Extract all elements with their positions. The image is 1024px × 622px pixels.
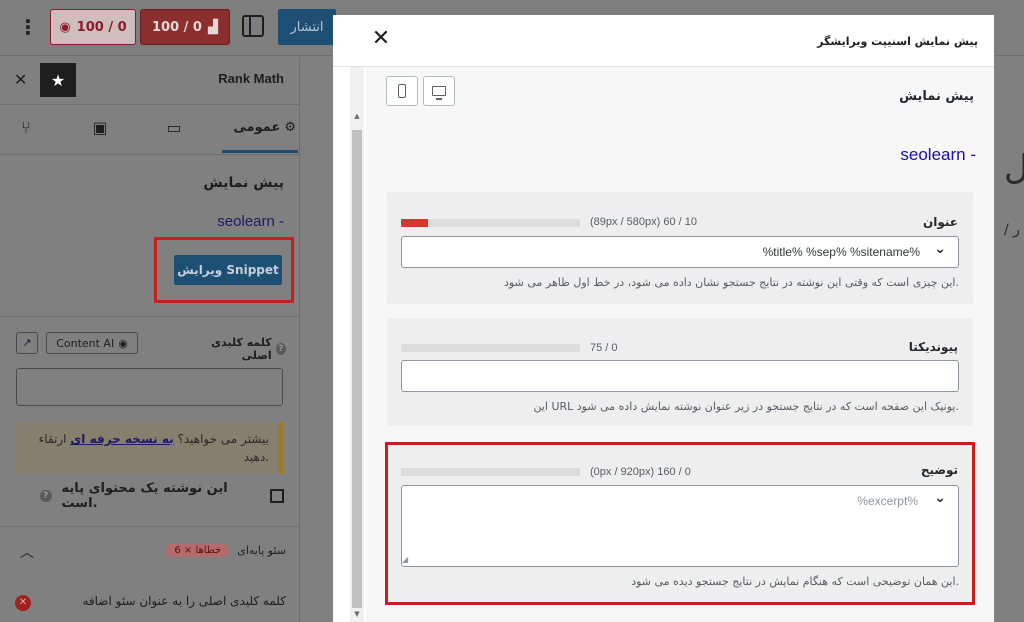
pillar-content-checkbox[interactable] — [270, 489, 284, 503]
pillar-content-label: این نوشته یک محتوای پایه است. — [61, 481, 228, 511]
error-icon: ✕ — [15, 595, 31, 611]
divider — [0, 316, 300, 317]
scroll-down-icon[interactable]: ▼ — [351, 610, 363, 618]
modal-close-icon[interactable]: ✕ — [370, 28, 392, 50]
serp-preview-site: seolearn - — [900, 145, 976, 164]
chevron-down-icon[interactable]: ⌄ — [934, 241, 946, 257]
content-score-value: 100 / 0 — [76, 19, 127, 35]
divider — [0, 526, 300, 527]
chevron-up-icon[interactable]: ︿ — [20, 542, 34, 562]
pillar-content-row: ? این نوشته یک محتوای پایه است. — [40, 481, 284, 511]
tab-general-label: عمومی — [233, 119, 281, 135]
description-field-label: توضیح — [920, 463, 958, 477]
permalink-length-bar — [401, 344, 580, 352]
resize-handle-icon[interactable]: ◢ — [402, 555, 412, 565]
rank-math-logo-icon: ▟ — [207, 19, 218, 35]
trends-icon[interactable]: ↗ — [16, 332, 38, 354]
title-input[interactable]: %title% %sep% %sitename% ⌄ — [401, 236, 959, 268]
tab-advanced-toolbox-icon[interactable]: ▭ — [164, 118, 184, 138]
sidebar-title: Rank Math — [218, 71, 284, 86]
help-icon[interactable]: ? — [275, 343, 286, 355]
scrollbar-thumb[interactable] — [352, 130, 362, 608]
permalink-field-label: پیوندیکتا — [908, 340, 958, 354]
mobile-icon — [398, 84, 406, 98]
focus-keyword-input[interactable] — [16, 368, 283, 406]
active-tab-indicator — [222, 150, 298, 153]
permalink-input[interactable] — [401, 360, 959, 392]
preview-heading: پیش نمایش — [899, 89, 974, 104]
fingerprint-icon: ◉ — [59, 19, 71, 35]
desktop-icon — [432, 86, 446, 100]
sidebar-close-icon[interactable]: ✕ — [14, 70, 27, 89]
content-ai-icon: ◉ — [118, 336, 128, 350]
title-help-text: این چیزی است که وقتی این نوشته در نتایج … — [504, 276, 959, 289]
focus-keyword-text: کلمه کلیدی اصلی — [211, 336, 272, 362]
publish-button[interactable]: انتشار — [278, 9, 336, 45]
content-score-button[interactable]: ◉ 100 / 0 — [50, 9, 136, 45]
description-counter: (0px / 920px) 160 / 0 — [590, 466, 691, 478]
chevron-down-icon[interactable]: ⌄ — [934, 490, 946, 506]
gear-icon: ⚙ — [284, 119, 296, 135]
seo-score-button[interactable]: 100 / 0 ▟ — [140, 9, 230, 45]
mobile-preview-button[interactable] — [386, 76, 418, 106]
upgrade-notice: بیشتر می خواهید؟ به نسخه حرفه ای ارتقاء … — [16, 422, 283, 474]
permalink-help-text: این URL یونیک این صفحه است که در نتایج ج… — [533, 400, 959, 413]
upgrade-link[interactable]: به نسخه حرفه ای — [70, 432, 173, 446]
description-placeholder: %excerpt% — [857, 494, 918, 508]
seo-issue-text: کلمه کلیدی اصلی را به عنوان سئو اضافه — [82, 594, 286, 608]
title-field-label: عنوان — [923, 215, 958, 229]
basic-seo-panel-header[interactable]: 6 × خطاها سئو پایه‌ای — [150, 544, 286, 557]
star-icon[interactable]: ★ — [40, 63, 76, 97]
tab-general[interactable]: عمومی ⚙ — [222, 116, 296, 138]
errors-badge: 6 × خطاها — [166, 544, 230, 557]
sidebar-preview-label: پیش نمایش — [203, 175, 284, 191]
description-textarea[interactable]: %excerpt% ⌄ — [401, 485, 959, 567]
focus-keyword-label: کلمه کلیدی اصلی ? — [190, 336, 286, 362]
description-length-bar — [401, 468, 580, 476]
edit-snippet-button[interactable]: ویرایش Snippet — [174, 255, 282, 285]
scroll-up-icon[interactable]: ▲ — [351, 112, 363, 120]
content-ai-label: Content AI — [56, 336, 115, 350]
help-icon[interactable]: ? — [40, 490, 52, 502]
sidebar-toggle-icon[interactable] — [242, 15, 264, 37]
tab-social-share-icon[interactable]: ⑂ — [16, 118, 36, 138]
editor-title-fragment: ل — [1004, 148, 1024, 188]
description-help-text: این همان توضیحی است که هنگام نمایش در نت… — [631, 575, 959, 588]
title-length-bar — [401, 219, 580, 227]
desktop-preview-button[interactable] — [423, 76, 455, 106]
divider — [0, 104, 300, 105]
divider — [0, 154, 300, 155]
title-length-fill — [401, 219, 428, 227]
editor-text-fragment: / ر — [1004, 222, 1020, 238]
seo-score-value: 100 / 0 — [152, 19, 202, 35]
title-input-value: %title% %sep% %sitename% — [762, 245, 920, 259]
content-ai-button[interactable]: Content AI ◉ — [46, 332, 138, 354]
modal-title: پیش نمایش اسنیپت ویرایشگر — [817, 35, 978, 48]
sidebar-serp-site: seolearn - — [217, 213, 284, 230]
tab-schema-icon[interactable]: ▣ — [90, 118, 110, 138]
more-options-icon[interactable]: ⋮ — [16, 14, 40, 40]
basic-seo-label: سئو پایه‌ای — [237, 544, 286, 557]
notice-text-before: بیشتر می خواهید؟ — [177, 432, 269, 446]
permalink-counter: 75 / 0 — [590, 342, 618, 354]
title-counter: (89px / 580px) 60 / 10 — [590, 216, 698, 228]
